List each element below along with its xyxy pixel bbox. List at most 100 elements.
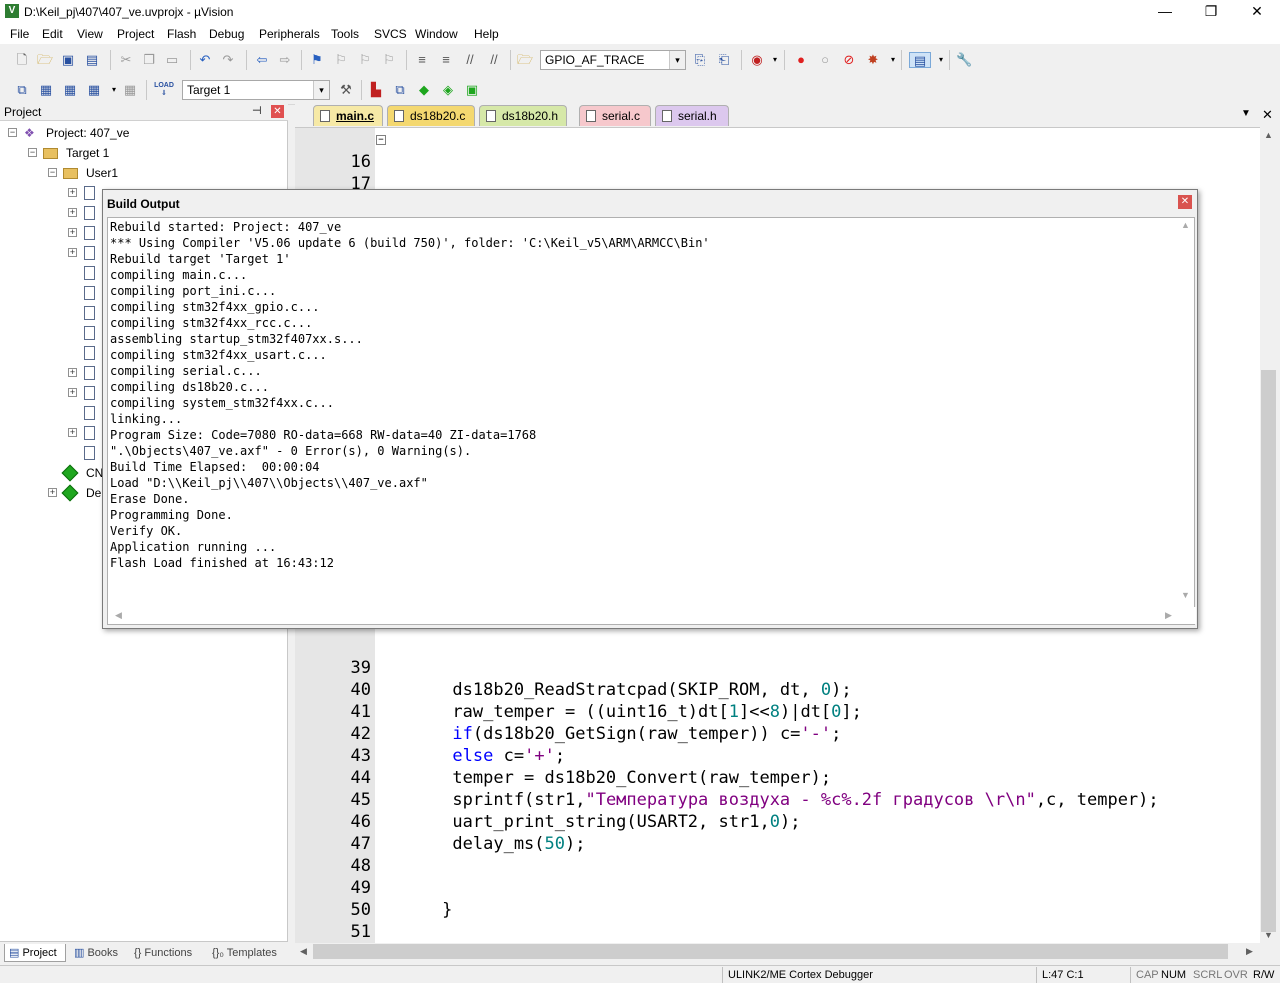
bookmark-icon[interactable]: ⚑: [309, 52, 325, 68]
scroll-left-icon[interactable]: ◀: [295, 946, 312, 957]
tab-templates[interactable]: {}₀ Templates: [208, 944, 288, 962]
menu-tools[interactable]: Tools: [331, 27, 359, 41]
code-line[interactable]: 43 temper = ds18b20_Convert(raw_temper);: [295, 723, 1260, 788]
minimize-button[interactable]: —: [1142, 0, 1188, 24]
menu-flash[interactable]: Flash: [167, 27, 196, 41]
copy-icon[interactable]: ❐: [141, 52, 157, 68]
window-layout-icon[interactable]: ▤: [909, 52, 931, 68]
collapse-icon[interactable]: −: [48, 168, 57, 177]
build-output-titlebar[interactable]: Build Output ✕: [103, 190, 1197, 216]
tab-project[interactable]: ▤ Project: [4, 944, 66, 962]
configure-icon[interactable]: 🔧: [956, 52, 972, 68]
collapse-icon[interactable]: −: [8, 128, 17, 137]
scroll-down-icon[interactable]: ▼: [1260, 930, 1277, 940]
code-line[interactable]: 51 }: [295, 899, 1260, 942]
navigate-forward-icon[interactable]: ⇨: [277, 52, 293, 68]
expand-icon[interactable]: +: [68, 208, 77, 217]
find-in-files-icon[interactable]: 🗁: [517, 52, 533, 68]
code-line[interactable]: 52: [295, 921, 1260, 943]
menu-window[interactable]: Window: [415, 27, 458, 41]
insert-breakpoint-icon[interactable]: ●: [793, 52, 809, 68]
menu-help[interactable]: Help: [474, 27, 499, 41]
load-download-icon[interactable]: LOAD ⇓: [154, 82, 174, 98]
prev-bookmark-icon[interactable]: ⚐: [333, 52, 349, 68]
menu-edit[interactable]: Edit: [42, 27, 63, 41]
build-output-text[interactable]: Rebuild started: Project: 407_ve *** Usin…: [107, 217, 1196, 625]
code-line[interactable]: 42 else c='+';: [295, 701, 1260, 766]
editor-vertical-scrollbar[interactable]: ▲ ▼: [1260, 127, 1277, 943]
maximize-button[interactable]: ❐: [1188, 0, 1234, 24]
code-line[interactable]: 41 if(ds18b20_GetSign(raw_temper)) c='-'…: [295, 679, 1260, 744]
rebuild-icon[interactable]: ▦: [62, 82, 78, 98]
menu-peripherals[interactable]: Peripherals: [259, 27, 320, 41]
debug-session-icon[interactable]: ◉: [749, 52, 765, 68]
fold-marker-icon[interactable]: −: [376, 135, 386, 145]
tab-serial-c[interactable]: serial.c: [579, 105, 651, 126]
target-options-icon[interactable]: ⚒: [338, 82, 354, 98]
pack-installer-icon[interactable]: ▣: [464, 82, 480, 98]
save-icon[interactable]: ▣: [60, 52, 76, 68]
code-line[interactable]: 39 ds18b20_ReadStratcpad(SKIP_ROM, dt, 0…: [295, 635, 1260, 700]
tab-ds18b20-h[interactable]: ds18b20.h: [479, 105, 567, 126]
build-output-horizontal-scrollbar[interactable]: ◀ ▶: [108, 607, 1196, 624]
scroll-down-icon[interactable]: ▼: [1177, 590, 1194, 600]
cut-icon[interactable]: ✂: [118, 52, 134, 68]
enable-breakpoint-icon[interactable]: ○: [817, 52, 833, 68]
chevron-down-icon[interactable]: ▾: [313, 81, 329, 99]
menu-project[interactable]: Project: [117, 27, 154, 41]
navigate-back-icon[interactable]: ⇦: [254, 52, 270, 68]
expand-icon[interactable]: +: [68, 368, 77, 377]
chevron-down-icon[interactable]: ▾: [106, 82, 122, 98]
new-file-icon[interactable]: 🗋: [14, 52, 30, 68]
tab-functions[interactable]: {} Functions: [130, 944, 206, 962]
open-folder-icon[interactable]: 🗁: [37, 52, 53, 68]
manage-multi-project-icon[interactable]: ⧉: [392, 82, 408, 98]
build-output-vertical-scrollbar[interactable]: ▲ ▼: [1177, 218, 1194, 608]
code-line[interactable]: 50: [295, 877, 1260, 920]
uncomment-icon[interactable]: //: [486, 52, 502, 68]
code-line[interactable]: 40 raw_temper = ((uint16_t)dt[1]<<8)|dt[…: [295, 657, 1260, 722]
translate-icon[interactable]: ⧉: [14, 82, 30, 98]
incremental-find-icon[interactable]: ⎗: [716, 52, 732, 68]
close-icon[interactable]: ✕: [1178, 195, 1192, 209]
scroll-up-icon[interactable]: ▲: [1260, 130, 1277, 140]
target-select[interactable]: Target 1 ▾: [182, 80, 330, 100]
manage-run-time-environment-icon[interactable]: ◆: [416, 82, 432, 98]
code-line[interactable]: 49 }: [295, 855, 1260, 920]
code-line[interactable]: 45 uart_print_string(USART2, str1,0);: [295, 767, 1260, 832]
scroll-left-icon[interactable]: ◀: [110, 610, 127, 621]
pin-icon[interactable]: ⊣: [252, 104, 262, 117]
paste-icon[interactable]: ▭: [164, 52, 180, 68]
build-icon[interactable]: ▦: [38, 82, 54, 98]
scroll-up-icon[interactable]: ▲: [1177, 220, 1194, 230]
expand-icon[interactable]: +: [68, 428, 77, 437]
code-line[interactable]: 47: [295, 811, 1260, 854]
tab-serial-h[interactable]: serial.h: [655, 105, 729, 126]
tab-list-dropdown-icon[interactable]: ▼: [1241, 108, 1251, 119]
expand-icon[interactable]: +: [68, 248, 77, 257]
code-line[interactable]: 17 SysTick_Config(SystemCoreClock / 1000…: [295, 151, 1260, 216]
scroll-right-icon[interactable]: ▶: [1160, 610, 1177, 621]
horizontal-scroll-thumb[interactable]: [313, 944, 1228, 959]
close-editor-icon[interactable]: ✕: [1262, 107, 1273, 123]
code-line[interactable]: 16 − {: [295, 129, 1260, 216]
find-icon[interactable]: ⎘: [692, 52, 708, 68]
expand-icon[interactable]: +: [48, 488, 57, 497]
stop-build-icon[interactable]: ▦: [122, 82, 138, 98]
save-all-icon[interactable]: ▤: [84, 52, 100, 68]
next-bookmark-icon[interactable]: ⚐: [357, 52, 373, 68]
code-line[interactable]: 44 sprintf(str1,"Температура воздуха - %…: [295, 745, 1260, 810]
batch-build-icon[interactable]: ▦: [86, 82, 102, 98]
close-icon[interactable]: ✕: [271, 105, 284, 118]
redo-icon[interactable]: ↷: [220, 52, 236, 68]
chevron-down-icon[interactable]: ▾: [885, 52, 901, 68]
expand-icon[interactable]: +: [68, 188, 77, 197]
find-combo[interactable]: GPIO_AF_TRACE ▾: [540, 50, 686, 70]
clear-bookmarks-icon[interactable]: ⚐: [381, 52, 397, 68]
menu-view[interactable]: View: [77, 27, 103, 41]
chevron-down-icon[interactable]: ▾: [767, 52, 783, 68]
scroll-right-icon[interactable]: ▶: [1241, 946, 1258, 957]
indent-icon[interactable]: ≡: [414, 52, 430, 68]
disable-breakpoints-icon[interactable]: ⊘: [841, 52, 857, 68]
chevron-down-icon[interactable]: ▾: [933, 52, 949, 68]
